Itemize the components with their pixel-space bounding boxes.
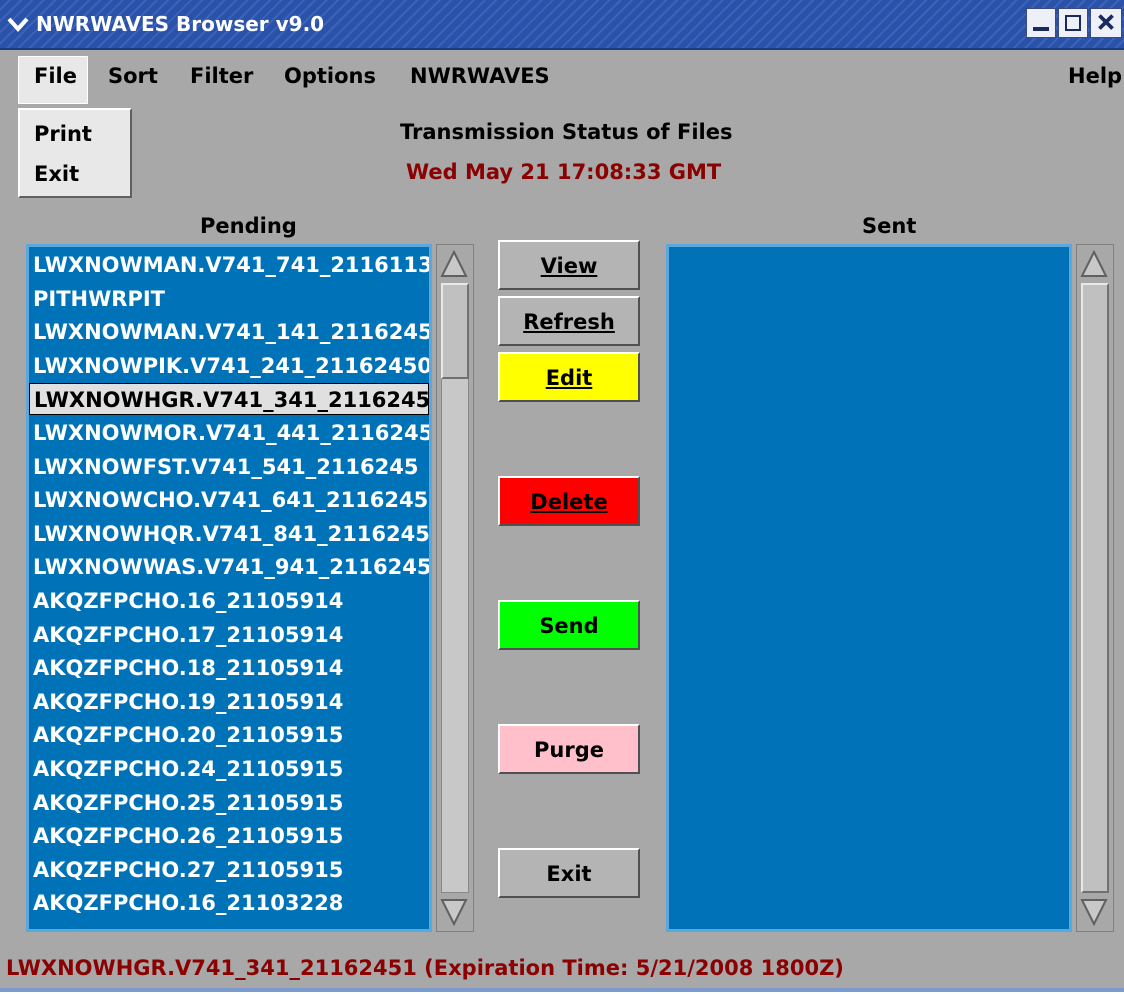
list-item[interactable]: LWXNOWHQR.V741_841_2116245 [29,518,429,550]
view-button[interactable]: View [498,240,640,290]
current-datetime: Wed May 21 17:08:33 GMT [406,160,722,184]
purge-button[interactable]: Purge [498,724,640,774]
scroll-up-icon[interactable] [439,249,469,279]
list-item[interactable]: AKQZFPCHO.18_21105914 [29,652,429,684]
pending-list[interactable]: LWXNOWMAN.V741_741_2116113 PITHWRPIT LWXNO… [26,244,432,932]
menu-item-print[interactable]: Print [34,122,92,146]
sent-scrollbar[interactable] [1076,244,1114,932]
list-item[interactable]: AKQZFPCHO.19_21105914 [29,686,429,718]
scroll-down-icon[interactable] [439,897,469,927]
status-bar-text: LWXNOWHGR.V741_341_21162451 (Expiration … [6,956,844,980]
scroll-up-icon[interactable] [1079,249,1109,279]
menu-file[interactable]: File [34,64,77,88]
window-bottom-border [0,988,1124,992]
list-item[interactable]: LWXNOWPIK.V741_241_21162450 [29,350,429,382]
file-dropdown-menu: Print Exit [18,108,132,198]
menu-nwrwaves[interactable]: NWRWAVES [410,64,550,88]
list-item[interactable]: LWXNOWHGR.V741_341_2116245 [29,383,429,416]
page-title: Transmission Status of Files [400,120,733,144]
list-item[interactable]: AKQZFPCHO.27_21105915 [29,854,429,886]
pending-scrollbar[interactable] [436,244,474,932]
list-item[interactable]: AKQZFPCHO.26_21105915 [29,820,429,852]
list-item[interactable]: LWXNOWMAN.V741_141_2116245 [29,316,429,348]
app-window: NWRWAVES Browser v9.0 File Sort Filter O… [0,0,1124,992]
list-item[interactable]: LWXNOWWAS.V741_941_2116245 [29,551,429,583]
list-item[interactable]: LWXNOWMAN.V741_741_2116113 [29,249,429,281]
menu-filter[interactable]: Filter [190,64,253,88]
sent-list[interactable] [666,244,1072,932]
window-menu-icon[interactable] [6,14,30,34]
title-bar[interactable]: NWRWAVES Browser v9.0 [0,0,1124,50]
list-item[interactable]: LWXNOWCHO.V741_641_2116245 [29,484,429,516]
delete-button[interactable]: Delete [498,476,640,526]
list-item[interactable]: AKQZFPCHO.17_21105914 [29,619,429,651]
exit-button[interactable]: Exit [498,848,640,898]
menu-item-exit[interactable]: Exit [34,162,79,186]
list-item[interactable]: AKQZFPCHO.16_21105914 [29,585,429,617]
edit-button[interactable]: Edit [498,352,640,402]
minimize-icon[interactable] [1026,8,1056,38]
send-button[interactable]: Send [498,600,640,650]
menu-help[interactable]: Help [1068,64,1122,88]
list-item[interactable]: AKQZFPCHO.25_21105915 [29,787,429,819]
menu-options[interactable]: Options [284,64,376,88]
maximize-icon[interactable] [1058,8,1088,38]
close-icon[interactable] [1090,8,1122,38]
list-item[interactable]: LWXNOWMOR.V741_441_2116245 [29,417,429,449]
scroll-thumb[interactable] [1081,283,1109,893]
menu-sort[interactable]: Sort [108,64,158,88]
list-item[interactable]: AKQZFPCHO.20_21105915 [29,719,429,751]
scroll-down-icon[interactable] [1079,897,1109,927]
list-item[interactable]: AKQZFPCHO.16_21103228 [29,887,429,919]
refresh-button[interactable]: Refresh [498,296,640,346]
menu-bar: File Sort Filter Options NWRWAVES Help [0,50,1124,106]
list-item[interactable]: LWXNOWFST.V741_541_2116245 [29,451,429,483]
pending-label: Pending [200,214,297,238]
list-item[interactable]: PITHWRPIT [29,283,429,315]
scroll-thumb[interactable] [441,283,469,379]
window-title: NWRWAVES Browser v9.0 [36,12,325,36]
list-item[interactable]: AKQZFPCHO.24_21105915 [29,753,429,785]
sent-label: Sent [862,214,917,238]
